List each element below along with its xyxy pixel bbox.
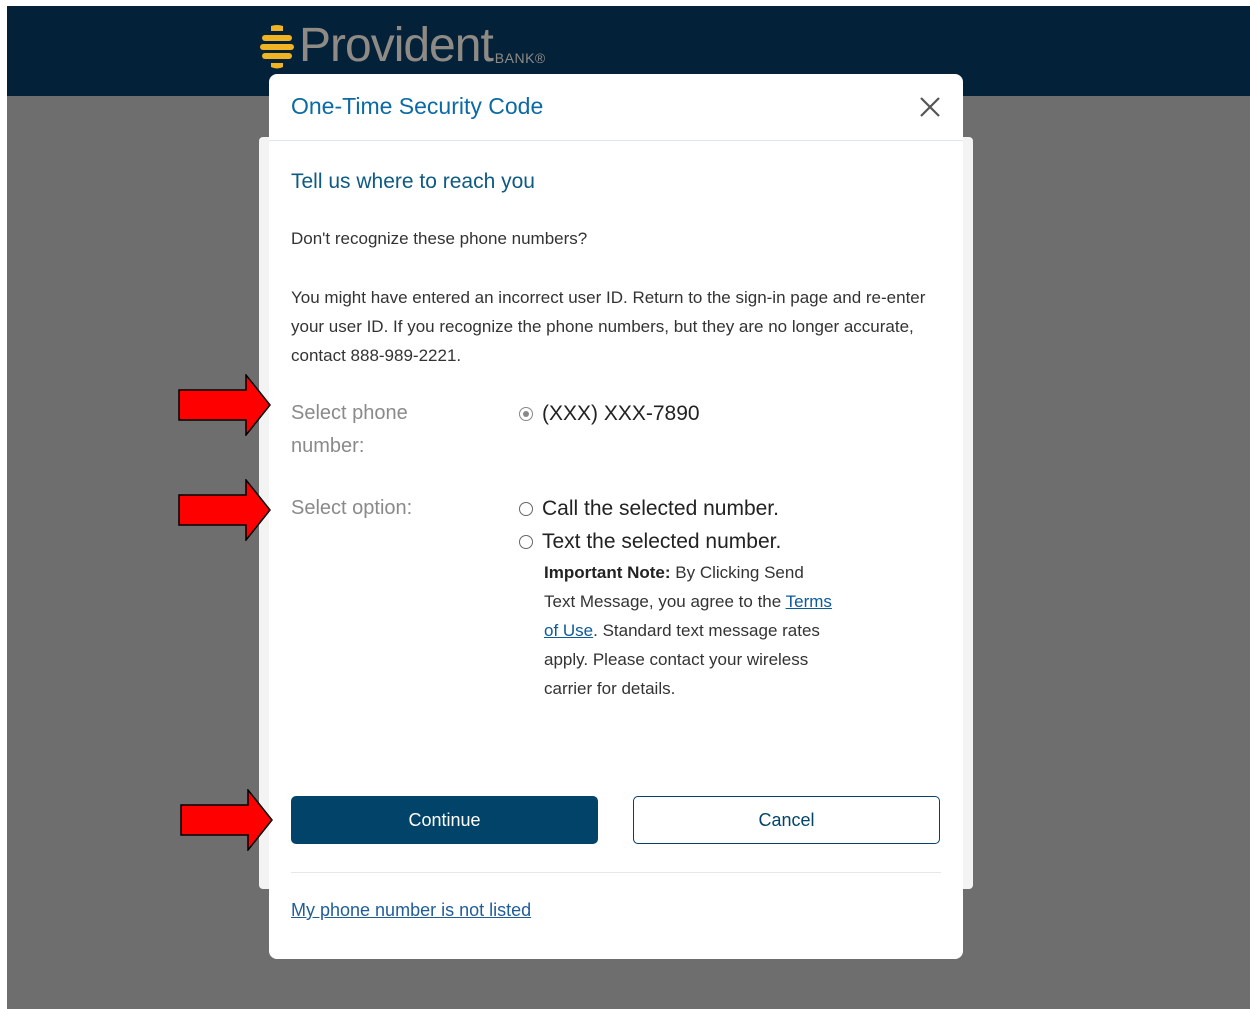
brand-suffix: BANK® [494,50,546,66]
modal-subtitle: Tell us where to reach you [291,170,535,193]
phone-label: Select phone number: [291,402,408,457]
divider [291,872,941,873]
continue-button[interactable]: Continue [291,796,598,844]
call-radio[interactable] [519,502,533,516]
note-bold: Important Note: [544,563,671,582]
modal-header: One-Time Security Code [269,74,963,141]
question-text: Don't recognize these phone numbers? [291,229,588,248]
cancel-button[interactable]: Cancel [633,796,940,844]
text-option[interactable]: Text the selected number. [519,530,781,554]
phone-option-label: (XXX) XXX-7890 [542,402,700,425]
red-arrow-icon [178,374,271,436]
red-arrow-icon [178,479,271,541]
phone-not-listed-link[interactable]: My phone number is not listed [291,900,531,921]
red-arrow-icon [180,789,273,851]
text-option-label: Text the selected number. [542,530,782,553]
phone-radio[interactable] [519,407,533,421]
provident-bank-logo[interactable]: Provident BANK® [259,22,546,70]
logo-mark-icon [259,24,295,70]
important-note: Important Note: By Clicking Send Text Me… [544,558,834,703]
phone-option[interactable]: (XXX) XXX-7890 [519,402,700,426]
call-option[interactable]: Call the selected number. [519,497,779,521]
text-radio[interactable] [519,535,533,549]
close-icon[interactable] [917,94,943,120]
security-code-modal: One-Time Security Code Tell us where to … [269,74,963,959]
help-text: You might have entered an incorrect user… [291,288,926,365]
modal-title: One-Time Security Code [291,93,544,119]
call-option-label: Call the selected number. [542,497,779,520]
option-label: Select option: [291,497,413,519]
brand-name: Provident [299,19,494,72]
